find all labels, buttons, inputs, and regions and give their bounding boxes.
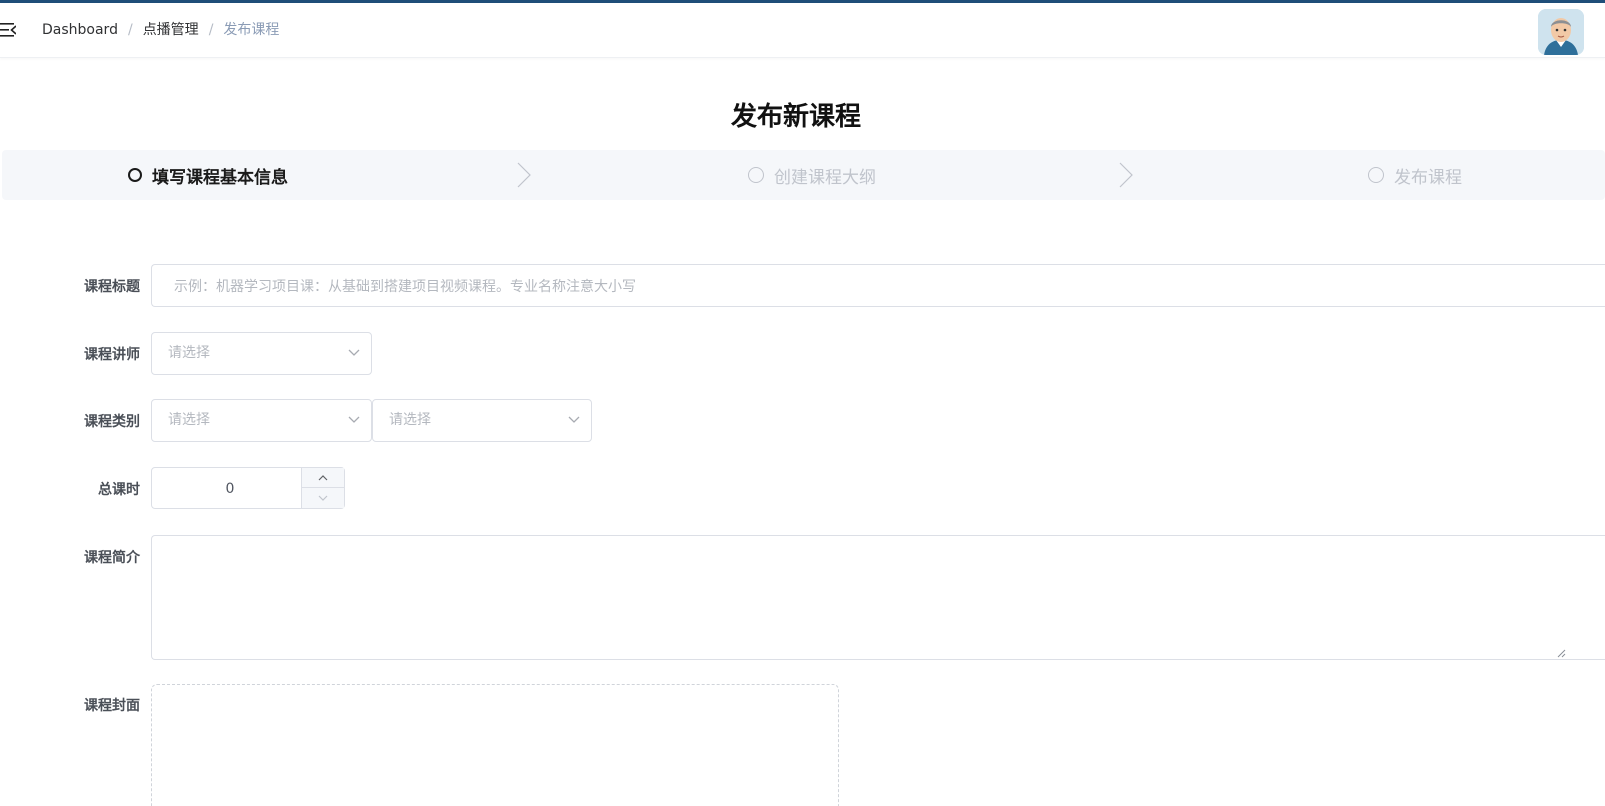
- teacher-select[interactable]: 请选择: [151, 332, 372, 375]
- course-description-textarea[interactable]: [162, 542, 1566, 654]
- step-circle-icon: [748, 167, 764, 183]
- course-title-label: 课程标题: [84, 279, 140, 295]
- course-title-input[interactable]: [172, 265, 1576, 308]
- chevron-down-icon: [567, 414, 581, 426]
- chevron-down-icon: [347, 347, 361, 359]
- chevron-down-icon: [318, 495, 328, 501]
- category-level2-placeholder: 请选择: [389, 412, 431, 428]
- resize-handle-icon[interactable]: [1556, 646, 1566, 662]
- total-hours-stepper[interactable]: [151, 467, 345, 510]
- breadcrumb-item-vod-management[interactable]: 点播管理: [143, 21, 199, 39]
- course-category-label: 课程类别: [84, 414, 140, 430]
- teacher-select-placeholder: 请选择: [168, 345, 210, 361]
- stepper-buttons: [301, 468, 344, 508]
- breadcrumb-separator: /: [208, 22, 214, 38]
- category-level2-select[interactable]: 请选择: [372, 399, 592, 442]
- category-level1-placeholder: 请选择: [168, 412, 210, 428]
- steps-bar: 填写课程基本信息 创建课程大纲 发布课程: [2, 150, 1605, 200]
- cover-upload-area[interactable]: [151, 684, 839, 806]
- decrease-button[interactable]: [302, 488, 344, 508]
- total-hours-input[interactable]: [152, 468, 308, 510]
- breadcrumb-separator: /: [127, 22, 133, 38]
- avatar[interactable]: [1538, 9, 1584, 55]
- course-description-field[interactable]: [151, 535, 1605, 660]
- chevron-up-icon: [318, 474, 328, 480]
- course-description-label: 课程简介: [84, 550, 140, 566]
- step-publish: 发布课程: [1368, 150, 1462, 200]
- step-course-outline: 创建课程大纲: [748, 150, 876, 200]
- category-level1-select[interactable]: 请选择: [151, 399, 372, 442]
- course-title-field[interactable]: [151, 264, 1605, 308]
- chevron-down-icon: [347, 414, 361, 426]
- breadcrumb-item-publish-course: 发布课程: [223, 22, 280, 38]
- step-label: 发布课程: [1394, 167, 1462, 188]
- breadcrumb: Dashboard / 点播管理 / 发布课程: [42, 21, 279, 39]
- hamburger-fold-icon[interactable]: [0, 21, 17, 39]
- course-teacher-label: 课程讲师: [84, 347, 140, 363]
- increase-button[interactable]: [302, 468, 344, 488]
- total-hours-label: 总课时: [98, 482, 140, 498]
- chevron-right-icon: [514, 160, 534, 190]
- step-label: 填写课程基本信息: [152, 167, 288, 188]
- course-cover-label: 课程封面: [84, 698, 140, 714]
- chevron-right-icon: [1116, 160, 1136, 190]
- page-title: 发布新课程: [730, 102, 861, 132]
- navbar: Dashboard / 点播管理 / 发布课程: [0, 3, 1605, 58]
- step-basic-info: 填写课程基本信息: [128, 150, 288, 200]
- step-circle-icon: [128, 168, 142, 182]
- step-label: 创建课程大纲: [774, 167, 876, 188]
- step-circle-icon: [1368, 167, 1384, 183]
- breadcrumb-item-dashboard[interactable]: Dashboard: [42, 21, 118, 39]
